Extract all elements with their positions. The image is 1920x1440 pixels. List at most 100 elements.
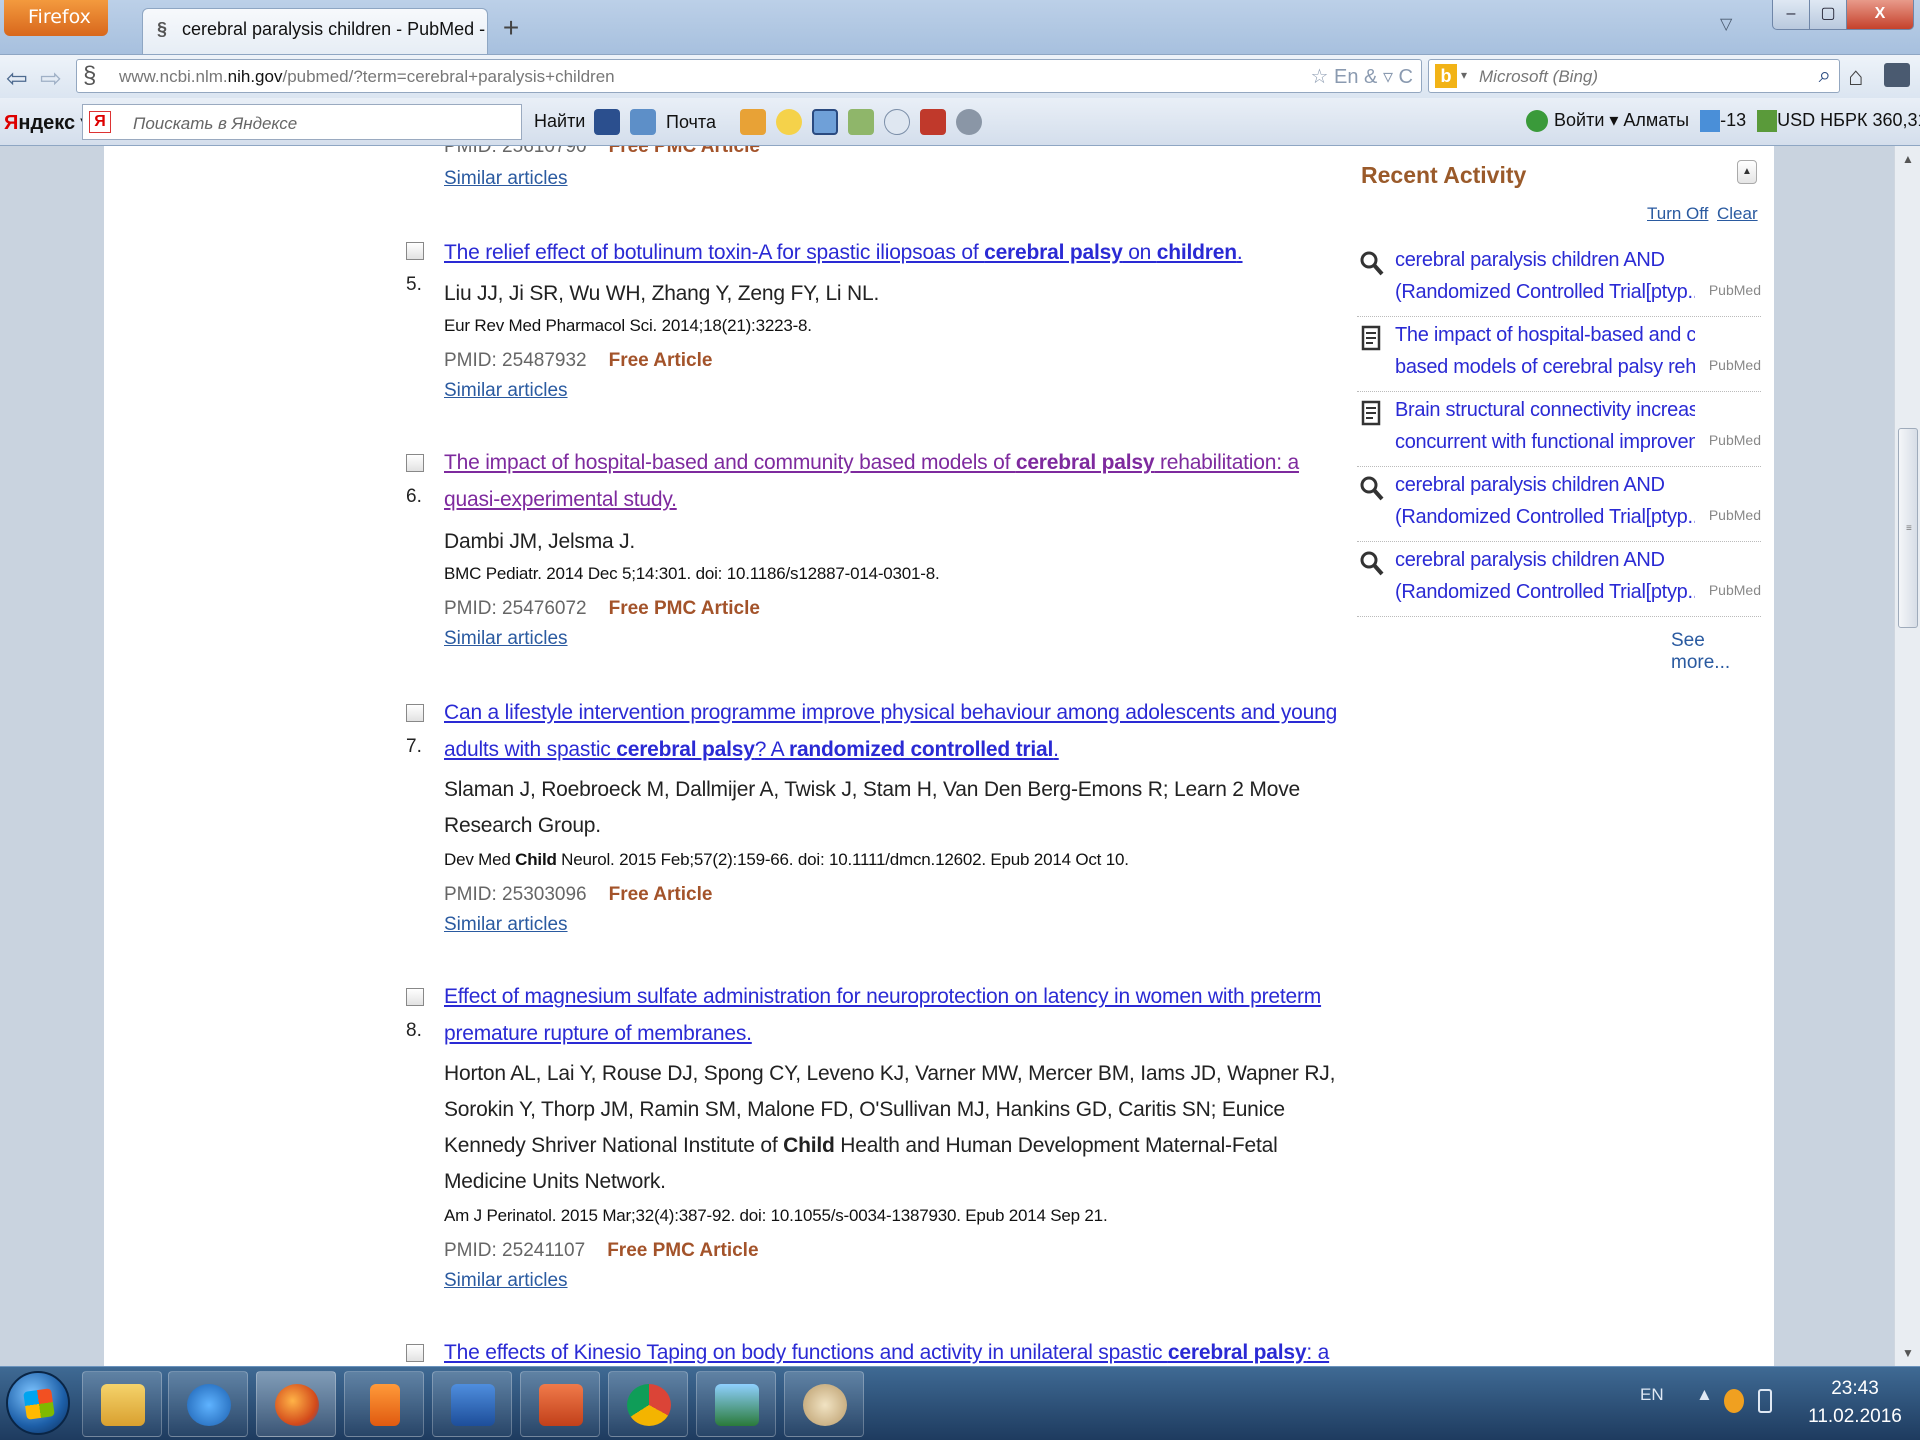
similar-articles-link[interactable]: Similar articles: [444, 914, 568, 936]
scroll-down-arrow-icon[interactable]: ▼: [1895, 1340, 1920, 1366]
taskbar-internet-explorer[interactable]: [168, 1371, 248, 1437]
collapse-icon[interactable]: ▲: [1737, 160, 1757, 184]
recent-activity-text: cerebral paralysis children AND (Randomiz…: [1395, 249, 1695, 303]
search-bar[interactable]: b ▾ Microsoft (Bing) ⌕: [1428, 59, 1840, 93]
free-article-label[interactable]: Free PMC Article: [609, 598, 760, 619]
taskbar-chrome[interactable]: [608, 1371, 688, 1437]
tab-list-chevron-icon[interactable]: ▽: [1720, 14, 1732, 34]
result-pmid: PMID: 25303096 Free Article: [444, 884, 713, 905]
taskbar-paint[interactable]: [784, 1371, 864, 1437]
new-tab-button[interactable]: +: [494, 12, 528, 46]
result-checkbox[interactable]: [406, 242, 424, 260]
windows-logo-icon: [23, 1388, 55, 1420]
recent-activity-item[interactable]: cerebral paralysis children AND (Randomiz…: [1357, 467, 1761, 542]
see-more-link[interactable]: See more...: [1671, 630, 1761, 674]
result-title-link[interactable]: Can a lifestyle intervention programme i…: [444, 694, 1344, 768]
yandex-find-button[interactable]: Найти: [534, 111, 585, 132]
recent-activity-item[interactable]: Brain structural connectivity increases c…: [1357, 392, 1761, 467]
yandex-logo[interactable]: Яндекс ▾: [4, 110, 91, 135]
free-article-label[interactable]: Free PMC Article: [609, 146, 760, 157]
maximize-button[interactable]: ▢: [1809, 0, 1847, 30]
source-label: PubMed: [1708, 282, 1761, 298]
taskbar-word[interactable]: [432, 1371, 512, 1437]
taskbar-firefox[interactable]: [256, 1371, 336, 1437]
document-icon: [1361, 325, 1381, 351]
book-icon[interactable]: [919, 109, 946, 135]
free-article-label[interactable]: Free Article: [609, 350, 713, 371]
favorites-star-icon[interactable]: [775, 109, 802, 135]
minimize-button[interactable]: –: [1772, 0, 1810, 30]
result-checkbox[interactable]: [406, 454, 424, 472]
bing-icon[interactable]: b: [1435, 64, 1457, 88]
result-title-link[interactable]: The relief effect of botulinum toxin-A f…: [444, 234, 1344, 271]
result-authors: Horton AL, Lai Y, Rouse DJ, Spong CY, Le…: [444, 1062, 1336, 1193]
system-clock[interactable]: 23:43 11.02.2016: [1800, 1375, 1910, 1431]
result-checkbox[interactable]: [406, 988, 424, 1006]
result-authors: Liu JJ, Ji SR, Wu WH, Zhang Y, Zeng FY, …: [444, 282, 880, 305]
weather-label[interactable]: -13: [1720, 110, 1746, 130]
back-arrow-icon[interactable]: ⇦: [6, 63, 28, 94]
taskbar-powerpoint[interactable]: [520, 1371, 600, 1437]
source-label: PubMed: [1708, 507, 1761, 523]
free-article-label[interactable]: Free Article: [609, 884, 713, 905]
language-indicator[interactable]: EN: [1640, 1385, 1664, 1405]
taskbar-photo-viewer[interactable]: [696, 1371, 776, 1437]
login-icon[interactable]: [1526, 110, 1548, 133]
scrollbar-thumb[interactable]: ≡: [1898, 428, 1918, 628]
turn-off-link[interactable]: Turn Off: [1647, 204, 1708, 224]
clear-link[interactable]: Clear: [1717, 204, 1758, 224]
engine-dropdown-icon[interactable]: ▾: [1461, 68, 1467, 82]
yandex-search-input[interactable]: Я Поискать в Яндексе: [82, 104, 522, 140]
result-number: 5.: [406, 274, 422, 295]
bookmark-star-icon[interactable]: ☆ En & ▿ C: [1311, 64, 1413, 89]
result-title-link[interactable]: The impact of hospital-based and communi…: [444, 444, 1344, 518]
gear-icon[interactable]: [955, 109, 982, 135]
recent-activity-item[interactable]: The impact of hospital-based and communi…: [1357, 317, 1761, 392]
currency-label[interactable]: USD НБРК 360,31: [1777, 110, 1920, 130]
mail-label[interactable]: Почта: [666, 112, 716, 133]
home-icon[interactable]: ⌂: [1848, 61, 1864, 92]
mail-icon[interactable]: [630, 109, 656, 135]
result-title-link[interactable]: The effects of Kinesio Taping on body fu…: [444, 1334, 1344, 1366]
similar-articles-link[interactable]: Similar articles: [444, 380, 568, 402]
battery-icon[interactable]: [1758, 1389, 1772, 1413]
similar-articles-link[interactable]: Similar articles: [444, 628, 568, 650]
city-label[interactable]: Алматы: [1623, 110, 1689, 130]
recent-activity-item[interactable]: cerebral paralysis children AND (Randomiz…: [1357, 542, 1761, 617]
speech-bubble-icon[interactable]: [883, 109, 910, 135]
search-icon: [1360, 476, 1384, 501]
result-authors: Slaman J, Roebroeck M, Dallmijer A, Twis…: [444, 778, 1300, 837]
result-checkbox[interactable]: [406, 1344, 424, 1362]
scroll-up-arrow-icon[interactable]: ▲: [1895, 146, 1920, 172]
antivirus-icon[interactable]: [1724, 1389, 1744, 1413]
page-viewport: PMID: 25610790 Free PMC Article Similar a…: [0, 146, 1920, 1366]
source-label: PubMed: [1708, 582, 1761, 598]
weather-icon: [1700, 110, 1721, 133]
address-bar[interactable]: § www.ncbi.nlm.nih.gov/pubmed/?term=cere…: [76, 59, 1422, 93]
start-button[interactable]: [6, 1371, 70, 1435]
search-input[interactable]: Microsoft (Bing): [1479, 67, 1598, 87]
login-label[interactable]: Войти: [1554, 110, 1604, 130]
result-title-link[interactable]: Effect of magnesium sulfate administrati…: [444, 978, 1344, 1052]
bar-icon[interactable]: [594, 109, 620, 135]
user-icon[interactable]: [739, 109, 766, 135]
close-button[interactable]: X: [1846, 0, 1914, 30]
search-icon[interactable]: ⌕: [1819, 62, 1831, 88]
similar-articles-link[interactable]: Similar articles: [444, 168, 568, 190]
yandex-toolbar: Яндекс ▾ Я Поискать в Яндексе Найти Почт…: [0, 98, 1920, 146]
translate-page-icon[interactable]: [847, 109, 874, 135]
tab-pubmed[interactable]: § cerebral paralysis children - PubMed -…: [142, 8, 488, 54]
firefox-menu-button[interactable]: Firefox: [4, 0, 108, 36]
taskbar-explorer[interactable]: [82, 1371, 162, 1437]
similar-articles-link[interactable]: Similar articles: [444, 1270, 568, 1292]
free-article-label[interactable]: Free PMC Article: [607, 1240, 758, 1261]
recent-activity-item[interactable]: cerebral paralysis children AND (Randomiz…: [1357, 242, 1761, 317]
result-checkbox[interactable]: [406, 704, 424, 722]
show-hidden-icons-chevron-icon[interactable]: ▲: [1696, 1385, 1713, 1405]
taskbar-media-player[interactable]: [344, 1371, 424, 1437]
vertical-scrollbar[interactable]: ▲ ≡ ▼: [1894, 146, 1920, 1366]
addon-icon[interactable]: [1884, 63, 1910, 87]
translate-icon[interactable]: [811, 109, 838, 135]
site-identity-icon[interactable]: §: [83, 62, 96, 90]
forward-arrow-icon[interactable]: ⇨: [40, 63, 62, 94]
